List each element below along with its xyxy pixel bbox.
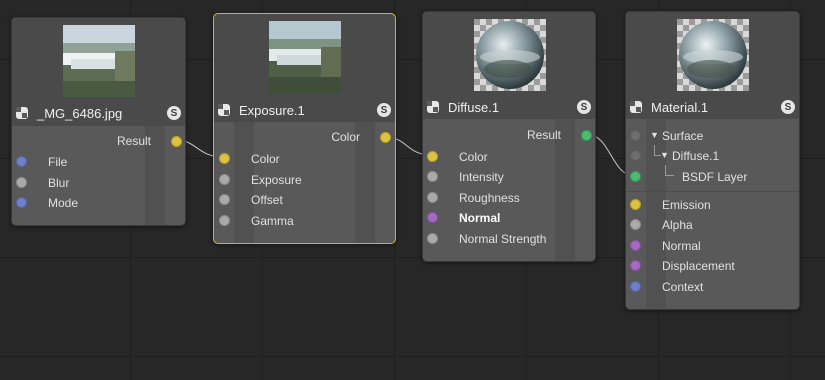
bsdf-layer-label: BSDF Layer	[682, 170, 748, 184]
material-node-icon	[630, 101, 642, 113]
color-input-label: Color	[251, 152, 280, 166]
surface-label: Surface	[662, 129, 704, 143]
result-output-label: Result	[116, 134, 151, 148]
color-output-port[interactable]	[380, 132, 391, 143]
mode-input-port[interactable]	[16, 197, 27, 208]
blur-input-label: Blur	[48, 176, 70, 190]
diffuse-node-title: Diffuse.1	[448, 99, 500, 115]
exposure-node-icon	[218, 104, 230, 116]
section-divider	[626, 191, 799, 192]
gamma-input-label: Gamma	[251, 214, 294, 228]
exposure-node-title: Exposure.1	[239, 102, 305, 118]
normal-input-label: Normal	[662, 239, 701, 253]
exposure-node[interactable]: Exposure.1 S Color Color Exposure Offset…	[213, 13, 396, 244]
roughness-input-label: Roughness	[459, 191, 520, 205]
blur-input-port[interactable]	[16, 177, 27, 188]
surface-tree-arrow-icon[interactable]: ▼	[650, 130, 659, 140]
solo-button[interactable]: S	[167, 106, 181, 120]
file-input-label: File	[48, 155, 68, 169]
intensity-input-port[interactable]	[427, 171, 438, 182]
context-input-port[interactable]	[630, 281, 641, 292]
displacement-input-port[interactable]	[630, 260, 641, 271]
gamma-input-port[interactable]	[219, 215, 230, 226]
normal-input-port[interactable]	[427, 212, 438, 223]
material-node-header[interactable]: Material.1 S	[626, 12, 799, 119]
solo-button[interactable]: S	[781, 100, 795, 114]
diffuse-tree-arrow-icon[interactable]: ▼	[660, 150, 669, 160]
file-input-port[interactable]	[16, 156, 27, 167]
diffuse-layer-label: Diffuse.1	[672, 149, 720, 163]
offset-input-label: Offset	[251, 193, 283, 207]
intensity-input-label: Intensity	[459, 170, 504, 184]
material-node-body: ▼ Surface ▼ Diffuse.1 BSDF Layer Emissio…	[626, 119, 799, 309]
diffuse-node-header[interactable]: Diffuse.1 S	[423, 12, 595, 119]
image-thumbnail	[63, 25, 135, 97]
material-node-title: Material.1	[651, 99, 709, 115]
roughness-input-port[interactable]	[427, 192, 438, 203]
normal-input-label: Normal	[459, 211, 501, 225]
result-output-label: Result	[526, 128, 561, 142]
alpha-input-port[interactable]	[630, 219, 641, 230]
bsdf-tree-line	[665, 165, 674, 176]
color-input-port[interactable]	[427, 151, 438, 162]
solo-button[interactable]: S	[577, 100, 591, 114]
diffuse-layer-port[interactable]	[630, 150, 641, 161]
exposure-node-header[interactable]: Exposure.1 S	[214, 14, 395, 122]
bsdf-layer-input-port[interactable]	[630, 171, 641, 182]
displacement-input-label: Displacement	[662, 259, 735, 273]
image-node-header[interactable]: _MG_6486.jpg S	[12, 18, 185, 126]
normal-strength-input-label: Normal Strength	[459, 232, 547, 246]
exposure-input-port[interactable]	[219, 174, 230, 185]
diffuse-node-body: Result Color Intensity Roughness Normal …	[423, 119, 595, 261]
diffuse-node[interactable]: Diffuse.1 S Result Color Intensity Rough…	[422, 11, 596, 262]
image-node-icon	[16, 107, 28, 119]
surface-input-port[interactable]	[630, 130, 641, 141]
mode-input-label: Mode	[48, 196, 79, 210]
exposure-node-body: Color Color Exposure Offset Gamma	[214, 122, 395, 243]
color-input-label: Color	[459, 150, 488, 164]
emission-input-label: Emission	[662, 198, 711, 212]
context-input-label: Context	[662, 280, 704, 294]
image-node-title: _MG_6486.jpg	[37, 105, 123, 121]
result-output-port[interactable]	[581, 130, 592, 141]
material-preview-sphere	[677, 19, 749, 91]
alpha-input-label: Alpha	[662, 218, 693, 232]
image-node[interactable]: _MG_6486.jpg S Result File Blur Mode	[11, 17, 186, 226]
color-input-port[interactable]	[219, 153, 230, 164]
exposure-input-label: Exposure	[251, 173, 302, 187]
solo-button[interactable]: S	[377, 103, 391, 117]
offset-input-port[interactable]	[219, 194, 230, 205]
diffuse-node-icon	[427, 101, 439, 113]
result-output-port[interactable]	[171, 136, 182, 147]
diffuse-preview-sphere	[474, 19, 546, 91]
image-node-body: Result File Blur Mode	[12, 126, 185, 225]
color-output-label: Color	[331, 130, 360, 144]
normal-input-port[interactable]	[630, 240, 641, 251]
exposure-thumbnail	[269, 21, 341, 93]
emission-input-port[interactable]	[630, 199, 641, 210]
material-node[interactable]: Material.1 S ▼ Surface ▼ Diffuse.1 BSDF …	[625, 11, 800, 310]
normal-strength-input-port[interactable]	[427, 233, 438, 244]
